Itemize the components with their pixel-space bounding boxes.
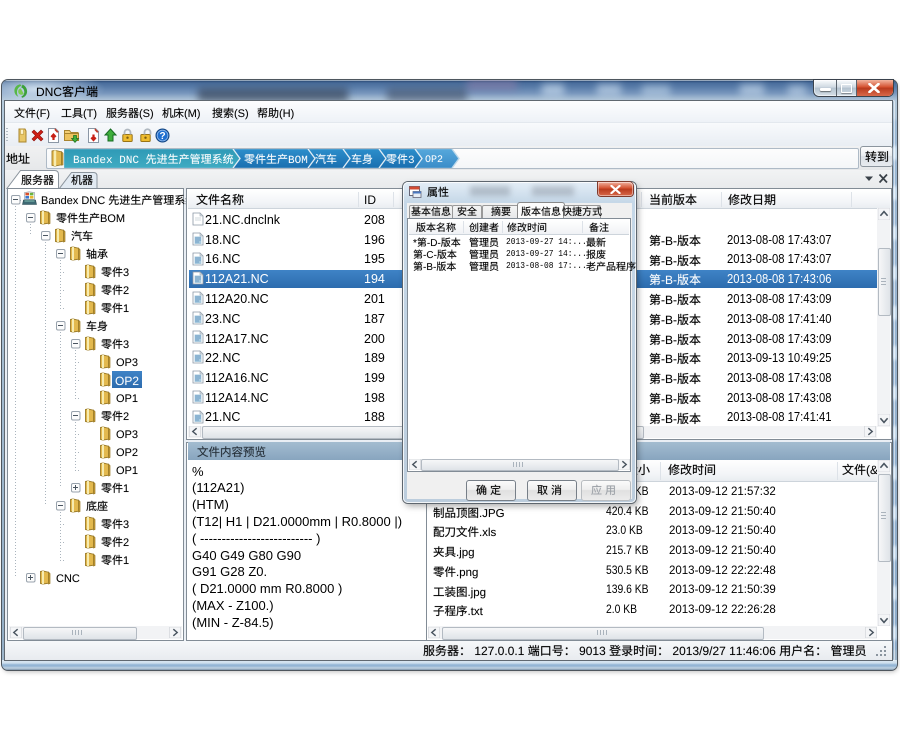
- svg-text:?: ?: [159, 131, 165, 142]
